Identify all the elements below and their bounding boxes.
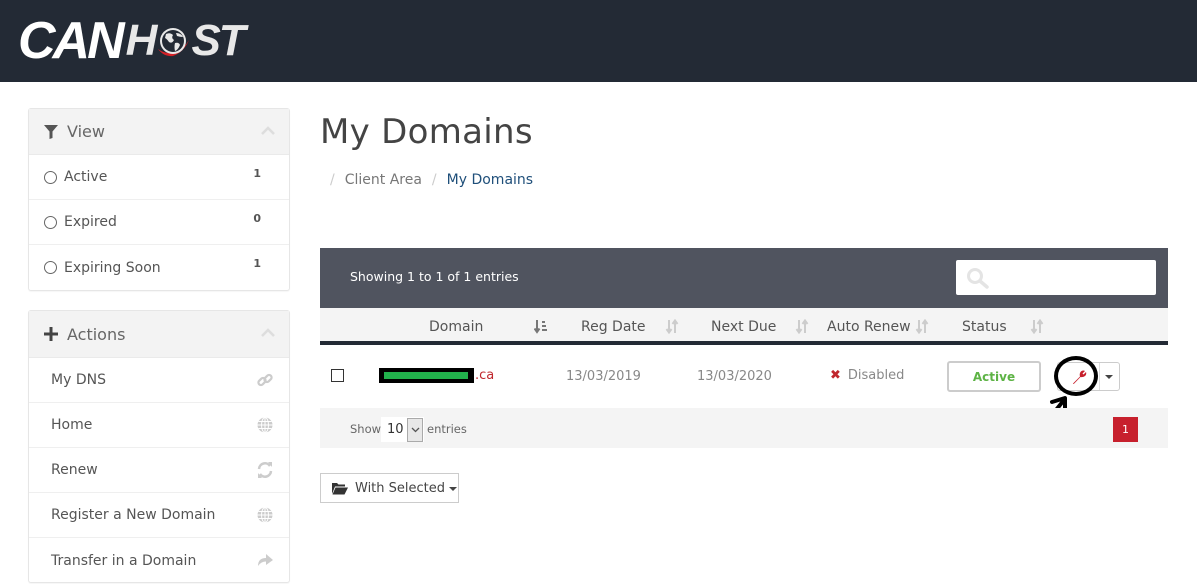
sort-asc-icon[interactable] <box>534 319 548 334</box>
share-arrow-icon <box>258 554 273 566</box>
auto-renew-value: Disabled <box>847 368 905 383</box>
action-transfer-domain[interactable]: Transfer in a Domain <box>29 538 289 583</box>
breadcrumb-my-domains: My Domains <box>446 172 534 188</box>
action-label: Renew <box>51 462 98 478</box>
search-icon <box>967 268 989 289</box>
filter-icon <box>43 124 59 140</box>
actions-panel: Actions My DNS Home Renew Register a New… <box>28 310 290 583</box>
folder-open-icon <box>332 482 348 494</box>
globe-icon <box>257 417 273 433</box>
plus-icon <box>43 326 59 342</box>
redacted-domain-name <box>379 368 474 383</box>
breadcrumb-separator: / <box>431 172 437 188</box>
filter-item-active[interactable]: Active 1 <box>29 155 289 200</box>
view-panel: View Active 1 Expired 0 Expiring Soon 1 <box>28 108 290 291</box>
breadcrumb-client-area[interactable]: Client Area <box>345 172 422 188</box>
sort-icon[interactable] <box>915 319 929 334</box>
filter-item-expiring-soon[interactable]: Expiring Soon 1 <box>29 245 289 290</box>
link-icon <box>257 373 273 387</box>
breadcrumb-separator: / <box>330 172 335 188</box>
page-size-select[interactable]: 10 <box>381 417 424 442</box>
show-label: Show <box>350 422 382 436</box>
globe-logo-icon <box>158 28 190 57</box>
action-register-domain[interactable]: Register a New Domain <box>29 493 289 538</box>
action-label: Home <box>51 417 93 433</box>
pagination-page-1[interactable]: 1 <box>1113 417 1138 442</box>
count-badge: 1 <box>253 167 261 180</box>
view-panel-title: View <box>67 122 105 141</box>
actions-panel-title: Actions <box>67 324 126 344</box>
action-my-dns[interactable]: My DNS <box>29 358 289 403</box>
domain-tld: .ca <box>475 368 495 383</box>
sort-icon[interactable] <box>795 319 809 334</box>
caret-down-icon <box>449 487 458 491</box>
column-header-next-due[interactable]: Next Due <box>711 319 776 335</box>
logo-text-st: ST <box>191 16 245 65</box>
action-home[interactable]: Home <box>29 403 289 448</box>
action-label: Register a New Domain <box>51 507 216 523</box>
actions-panel-header[interactable]: Actions <box>29 311 289 358</box>
button-divider <box>1099 363 1100 390</box>
chevron-up-icon[interactable] <box>261 126 275 136</box>
globe-icon <box>257 507 273 523</box>
action-renew[interactable]: Renew <box>29 448 289 493</box>
logo-text-can: CAN <box>18 12 125 70</box>
column-header-status[interactable]: Status <box>962 319 1007 335</box>
annotation-circle <box>1054 356 1098 396</box>
with-selected-label: With Selected <box>355 480 446 496</box>
table-info: Showing 1 to 1 of 1 entries <box>350 269 519 284</box>
dropdown-caret-icon[interactable] <box>1105 375 1113 379</box>
page-size-value: 10 <box>387 422 404 437</box>
count-badge: 1 <box>253 257 261 270</box>
next-due-cell: 13/03/2020 <box>697 369 772 384</box>
row-checkbox[interactable] <box>331 369 344 382</box>
radio-icon[interactable] <box>44 170 57 184</box>
reg-date-cell: 13/03/2019 <box>566 369 641 384</box>
radio-icon[interactable] <box>44 261 57 274</box>
logo-text-h: H <box>125 16 158 65</box>
chevron-up-icon[interactable] <box>261 328 275 338</box>
top-header: CAN H ST <box>0 0 1197 82</box>
filter-label: Active <box>64 169 108 185</box>
action-label: My DNS <box>51 372 106 388</box>
count-badge: 0 <box>253 212 261 225</box>
sort-icon[interactable] <box>1030 319 1044 334</box>
action-label: Transfer in a Domain <box>51 552 197 569</box>
table-toolbar: Showing 1 to 1 of 1 entries <box>320 248 1168 308</box>
refresh-icon <box>257 462 273 478</box>
status-badge[interactable]: Active <box>947 361 1041 392</box>
filter-item-expired[interactable]: Expired 0 <box>29 200 289 245</box>
sort-icon[interactable] <box>665 319 679 334</box>
column-header-domain[interactable]: Domain <box>429 319 483 335</box>
column-header-auto-renew[interactable]: Auto Renew <box>827 319 911 335</box>
domain-link[interactable]: .ca <box>379 368 494 383</box>
radio-icon[interactable] <box>44 215 57 229</box>
with-selected-button[interactable]: With Selected <box>320 473 459 503</box>
page-title: My Domains <box>320 112 533 152</box>
chevron-down-icon[interactable] <box>407 417 423 442</box>
table-search-input[interactable] <box>956 260 1156 295</box>
entries-label: entries <box>427 422 467 436</box>
table-header: Domain Reg Date Next Due Auto Renew Stat… <box>320 308 1168 345</box>
column-header-reg-date[interactable]: Reg Date <box>581 319 646 335</box>
table-footer: Show 10 entries 1 <box>320 408 1168 448</box>
view-panel-header[interactable]: View <box>29 109 289 155</box>
breadcrumb: / Client Area / My Domains <box>330 172 543 188</box>
auto-renew-cell: ✖ Disabled <box>830 368 904 383</box>
filter-label: Expired <box>64 214 117 230</box>
close-x-icon: ✖ <box>830 368 841 383</box>
canhost-logo[interactable]: CAN H ST <box>18 12 246 70</box>
logo-text-host: H ST <box>125 14 246 68</box>
filter-label: Expiring Soon <box>64 259 161 276</box>
